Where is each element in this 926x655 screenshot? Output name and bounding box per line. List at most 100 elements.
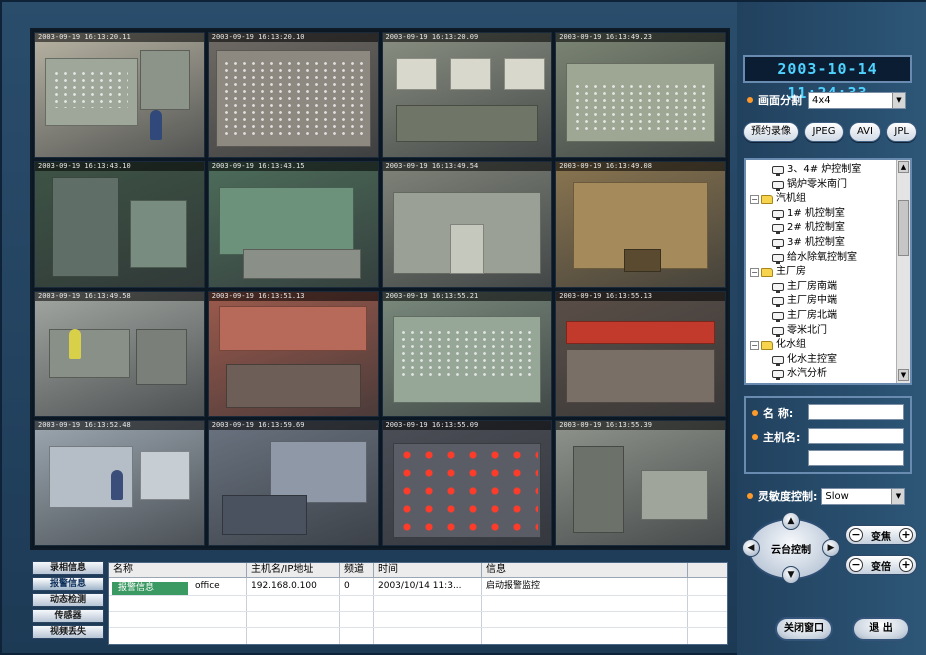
camera-tile[interactable]: 2003-09-19 16:13:49.58 (34, 290, 205, 417)
camera-tile[interactable]: 2003-09-19 16:13:55.13 (555, 290, 726, 417)
scheduled-record-button[interactable]: 预约录像 (743, 122, 799, 142)
chevron-down-icon[interactable]: ▼ (891, 488, 905, 504)
scroll-thumb[interactable] (898, 200, 909, 256)
jpl-button[interactable]: JPL (886, 122, 917, 142)
camera-icon (772, 239, 784, 249)
column-header-info[interactable]: 信息 (482, 563, 688, 578)
tree-camera-item[interactable]: 3# 机控制室 (772, 236, 845, 250)
camera-tile[interactable]: 2003-09-19 16:13:55.09 (381, 419, 553, 546)
collapse-icon[interactable]: − (750, 267, 759, 277)
tree-item-label: 3、4# 炉控制室 (787, 164, 862, 175)
camera-timestamp: 2003-09-19 16:13:43.15 (208, 162, 378, 172)
camera-icon (772, 326, 784, 337)
zoom-minus-button[interactable]: − (849, 558, 863, 572)
camera-scene-block (136, 328, 187, 385)
tree-camera-item[interactable]: 2# 机控制室 (772, 221, 845, 235)
column-header-channel[interactable]: 频道 (340, 563, 374, 578)
tree-item-label: 主厂房北端 (787, 310, 837, 321)
camera-tile[interactable]: 2003-09-19 16:13:55.39 (555, 419, 726, 546)
camera-tile[interactable]: 2003-09-19 16:13:43.10 (34, 161, 205, 288)
focus-minus-button[interactable]: − (849, 528, 863, 542)
zoom-label: 变倍 (871, 561, 891, 573)
camera-tile[interactable]: 2003-09-19 16:13:51.13 (207, 290, 379, 417)
host-field[interactable] (808, 428, 904, 444)
tree-camera-item[interactable]: 主厂房中端 (772, 294, 837, 308)
event-table[interactable]: 名称 主机名/IP地址 频道 时间 信息 office 192.168.0.10… (108, 562, 728, 645)
camera-icon (772, 355, 784, 366)
zoom-plus-button[interactable]: + (899, 558, 913, 572)
pan-up-icon[interactable]: ▲ (782, 512, 800, 530)
camera-tree[interactable]: ▲ ▼ 3、4# 炉控制室锅炉零米南门 − 汽机组 1# 机控制室 2# 机控制室 3# … (744, 158, 912, 385)
nav-video-loss[interactable]: 视频丢失 (32, 625, 104, 639)
pan-left-icon[interactable]: ◀ (742, 539, 760, 557)
name-field[interactable] (808, 404, 904, 420)
jpeg-button[interactable]: JPEG (804, 122, 844, 142)
camera-tile[interactable]: 2003-09-19 16:13:20.09 (381, 32, 553, 159)
camera-timestamp: 2003-09-19 16:13:55.21 (382, 291, 552, 301)
split-control: 画面分割 4x4 ▼ (747, 91, 915, 109)
tree-camera-item[interactable]: 锅炉零米南门 (772, 178, 847, 192)
exit-button[interactable]: 退 出 (852, 617, 910, 641)
column-header-name[interactable]: 名称 (109, 563, 247, 578)
camera-icon (772, 224, 784, 235)
camera-scene-block (504, 57, 545, 91)
scroll-up-icon[interactable]: ▲ (898, 161, 909, 173)
camera-timestamp: 2003-09-19 16:13:20.10 (208, 33, 378, 42)
alarm-tag[interactable]: 报警信息 (112, 582, 188, 595)
pan-right-icon[interactable]: ▶ (822, 539, 840, 557)
camera-alarm-lights (396, 445, 538, 533)
camera-tile[interactable]: 2003-09-19 16:13:43.15 (207, 161, 379, 288)
chevron-down-icon[interactable]: ▼ (892, 92, 905, 108)
camera-tile[interactable]: 2003-09-19 16:13:49.23 (555, 32, 726, 159)
camera-tile[interactable]: 2003-09-19 16:13:49.54 (381, 161, 553, 288)
tree-camera-item[interactable]: 水汽分析 (772, 367, 827, 381)
scroll-down-icon[interactable]: ▼ (898, 369, 909, 381)
camera-tile[interactable]: 2003-09-19 16:13:52.48 (34, 419, 205, 546)
tree-camera-item[interactable]: 1# 机控制室 (772, 207, 845, 221)
camera-tile[interactable]: 2003-09-19 16:13:59.69 (207, 419, 379, 546)
tree-group[interactable]: − 化水组 (750, 338, 806, 352)
column-header-ip[interactable]: 主机名/IP地址 (247, 563, 340, 578)
camera-tile[interactable]: 2003-09-19 16:13:20.11 (34, 32, 205, 159)
nav-alarm-info[interactable]: 报警信息 (32, 577, 104, 591)
bullet-icon (747, 493, 753, 499)
avi-button[interactable]: AVI (848, 122, 881, 142)
tree-camera-item[interactable]: 主厂房北端 (772, 309, 837, 323)
nav-sensor[interactable]: 传感器 (32, 609, 104, 623)
close-window-button[interactable]: 关闭窗口 (775, 617, 833, 641)
row-time: 2003/10/14 11:3... (378, 581, 462, 591)
camera-timestamp: 2003-09-19 16:13:59.69 (208, 420, 378, 430)
camera-scene-block (396, 57, 437, 91)
camera-tile[interactable]: 2003-09-19 16:13:55.21 (381, 290, 553, 417)
tree-camera-item[interactable]: 化水主控室 (772, 353, 837, 367)
split-select[interactable]: 4x4 ▼ (808, 91, 906, 109)
camera-scene-block (139, 450, 191, 501)
camera-scene-block (573, 445, 624, 533)
tree-camera-item[interactable]: 零米北门 (772, 324, 827, 338)
camera-timestamp: 2003-09-19 16:13:49.58 (35, 291, 204, 301)
tree-item-label: 化水主控室 (787, 353, 837, 365)
nav-motion-detect[interactable]: 动态检测 (32, 593, 104, 607)
tree-camera-item[interactable]: 给水除氧控制室 (772, 251, 857, 265)
camera-scene-block (218, 306, 368, 352)
camera-icon (772, 180, 784, 191)
tree-group[interactable]: − 主厂房 (750, 265, 806, 279)
column-header-time[interactable]: 时间 (374, 563, 482, 578)
tree-camera-item[interactable]: 3、4# 炉控制室 (772, 163, 861, 177)
tree-camera-item[interactable]: 主厂房南端 (772, 280, 837, 294)
host-field-extra[interactable] (808, 450, 904, 466)
nav-recording-info[interactable]: 录相信息 (32, 561, 104, 575)
focus-plus-button[interactable]: + (899, 528, 913, 542)
tree-item-label: 水汽分析 (787, 368, 827, 380)
zoom-control: − 变倍 + (845, 555, 917, 575)
sensitivity-select[interactable]: Slow ▼ (821, 487, 906, 505)
camera-tile[interactable]: 2003-09-19 16:13:20.10 (207, 32, 379, 159)
tree-item-label: 2# 机控制室 (787, 222, 845, 234)
camera-tile[interactable]: 2003-09-19 16:13:49.08 (555, 161, 726, 288)
camera-scene-block (51, 177, 120, 277)
pan-down-icon[interactable]: ▼ (782, 566, 800, 584)
tree-group[interactable]: − 汽机组 (750, 192, 806, 206)
tree-scrollbar[interactable]: ▲ ▼ (896, 160, 910, 383)
collapse-icon[interactable]: − (750, 194, 759, 204)
collapse-icon[interactable]: − (750, 340, 759, 350)
